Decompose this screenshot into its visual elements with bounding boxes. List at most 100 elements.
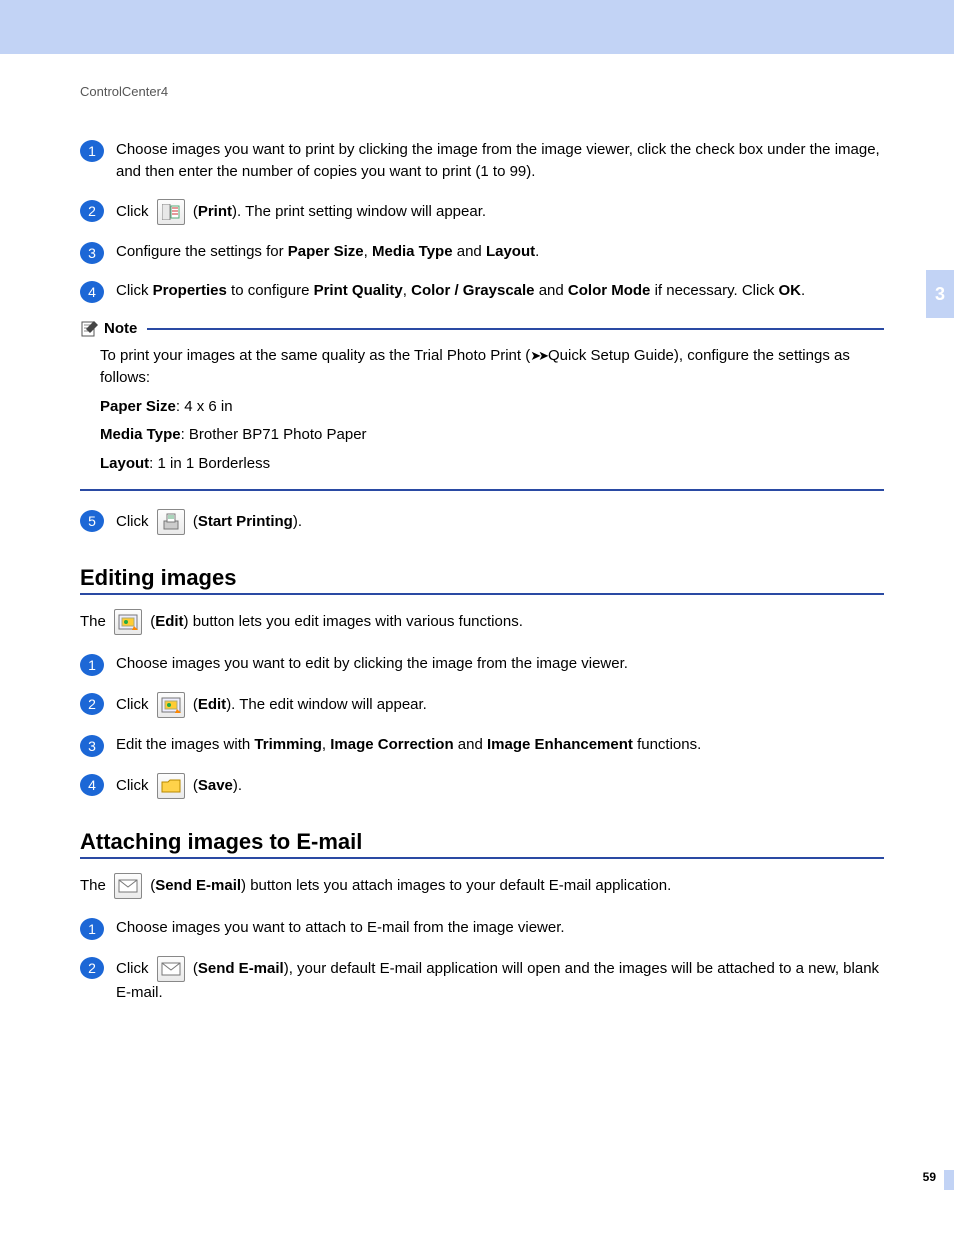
bold: Paper Size — [100, 398, 176, 415]
text: if necessary. Click — [650, 282, 778, 299]
text: The — [80, 877, 110, 894]
bold: Layout — [100, 455, 149, 472]
bold: Send E-mail — [155, 877, 241, 894]
step-number-icon: 5 — [80, 510, 104, 532]
step-text: Click (Save). — [116, 773, 884, 799]
text: and — [535, 282, 568, 299]
edit-step-4: 4 Click (Save). — [80, 773, 884, 799]
text: ) button lets you attach images to your … — [241, 877, 671, 894]
text: ). — [233, 777, 242, 794]
step-text: Choose images you want to print by click… — [116, 139, 884, 183]
edit-step-2: 2 Click (Edit). The edit window will app… — [80, 692, 884, 718]
text: : 4 x 6 in — [176, 398, 233, 415]
edit-step-3: 3 Edit the images with Trimming, Image C… — [80, 734, 884, 757]
send-email-icon — [114, 873, 142, 899]
note-block: Note To print your images at the same qu… — [80, 319, 884, 492]
bold: OK — [779, 282, 802, 299]
bold: Image Enhancement — [487, 736, 633, 753]
step-4: 4 Click Properties to configure Print Qu… — [80, 280, 884, 303]
text: , — [364, 243, 372, 260]
section-heading-editing: Editing images — [80, 565, 884, 595]
text: Click — [116, 960, 153, 977]
step-number-icon: 4 — [80, 281, 104, 303]
bold: Color / Grayscale — [411, 282, 534, 299]
bold: Save — [198, 777, 233, 794]
text: . — [535, 243, 539, 260]
step-number-icon: 2 — [80, 957, 104, 979]
text: and — [453, 243, 486, 260]
bold: Edit — [198, 696, 226, 713]
text: To print your images at the same quality… — [100, 347, 530, 364]
text: , — [403, 282, 411, 299]
step-number-icon: 3 — [80, 242, 104, 264]
text: Configure the settings for — [116, 243, 288, 260]
step-text: Edit the images with Trimming, Image Cor… — [116, 734, 884, 756]
bold: Start Printing — [198, 513, 293, 530]
text: ). The print setting window will appear. — [232, 202, 486, 219]
bold: Print Quality — [314, 282, 403, 299]
text: . — [801, 282, 805, 299]
step-number-icon: 2 — [80, 693, 104, 715]
bold: Edit — [155, 613, 183, 630]
arrow-icon: ➤➤ — [530, 348, 546, 363]
step-text: Configure the settings for Paper Size, M… — [116, 241, 884, 263]
step-text: Choose images you want to attach to E-ma… — [116, 917, 884, 939]
note-setting: Paper Size: 4 x 6 in — [100, 396, 884, 419]
step-number-icon: 1 — [80, 654, 104, 676]
page-number: 59 — [923, 1170, 936, 1184]
page-number-tab — [944, 1170, 954, 1190]
text: ) button lets you edit images with vario… — [184, 613, 523, 630]
text: functions. — [633, 736, 701, 753]
step-number-icon: 1 — [80, 140, 104, 162]
text: : Brother BP71 Photo Paper — [181, 426, 367, 443]
note-setting: Layout: 1 in 1 Borderless — [100, 453, 884, 476]
text: Click — [116, 202, 153, 219]
step-3: 3 Configure the settings for Paper Size,… — [80, 241, 884, 264]
text: ). — [293, 513, 302, 530]
chapter-tab: 3 — [926, 270, 954, 318]
note-line: To print your images at the same quality… — [100, 345, 884, 390]
text: ). The edit window will appear. — [226, 696, 427, 713]
step-number-icon: 4 — [80, 774, 104, 796]
text: , — [322, 736, 330, 753]
note-title: Note — [104, 320, 137, 337]
edit-icon — [114, 609, 142, 635]
note-pencil-icon — [80, 319, 100, 339]
step-5: 5 Click (Start Printing). — [80, 509, 884, 535]
top-band — [0, 0, 954, 54]
text: The — [80, 613, 110, 630]
send-email-icon — [157, 956, 185, 982]
step-text: Choose images you want to edit by clicki… — [116, 653, 884, 675]
step-text: Click Properties to configure Print Qual… — [116, 280, 884, 302]
edit-icon — [157, 692, 185, 718]
step-text: Click (Send E-mail), your default E-mail… — [116, 956, 884, 1004]
note-setting: Media Type: Brother BP71 Photo Paper — [100, 424, 884, 447]
start-printing-icon — [157, 509, 185, 535]
text: : 1 in 1 Borderless — [149, 455, 270, 472]
note-rule — [147, 328, 884, 330]
bold: Media Type — [100, 426, 181, 443]
text: Click — [116, 696, 153, 713]
step-number-icon: 2 — [80, 200, 104, 222]
text: Click — [116, 282, 153, 299]
page-content: ControlCenter4 1 Choose images you want … — [0, 54, 954, 1004]
print-icon — [157, 199, 185, 225]
bold: Layout — [486, 243, 535, 260]
section-intro: The (Edit) button lets you edit images w… — [80, 609, 884, 635]
running-header: ControlCenter4 — [80, 84, 884, 99]
bold: Media Type — [372, 243, 453, 260]
email-step-1: 1 Choose images you want to attach to E-… — [80, 917, 884, 940]
section-intro: The (Send E-mail) button lets you attach… — [80, 873, 884, 899]
note-rule — [80, 489, 884, 491]
step-number-icon: 3 — [80, 735, 104, 757]
text: Edit the images with — [116, 736, 254, 753]
step-2: 2 Click (Print). The print setting windo… — [80, 199, 884, 225]
step-text: Click (Start Printing). — [116, 509, 884, 535]
bold: Send E-mail — [198, 960, 284, 977]
step-number-icon: 1 — [80, 918, 104, 940]
text: Click — [116, 513, 153, 530]
print-label: Print — [198, 202, 232, 219]
bold: Properties — [153, 282, 227, 299]
section-heading-email: Attaching images to E-mail — [80, 829, 884, 859]
bold: Color Mode — [568, 282, 651, 299]
